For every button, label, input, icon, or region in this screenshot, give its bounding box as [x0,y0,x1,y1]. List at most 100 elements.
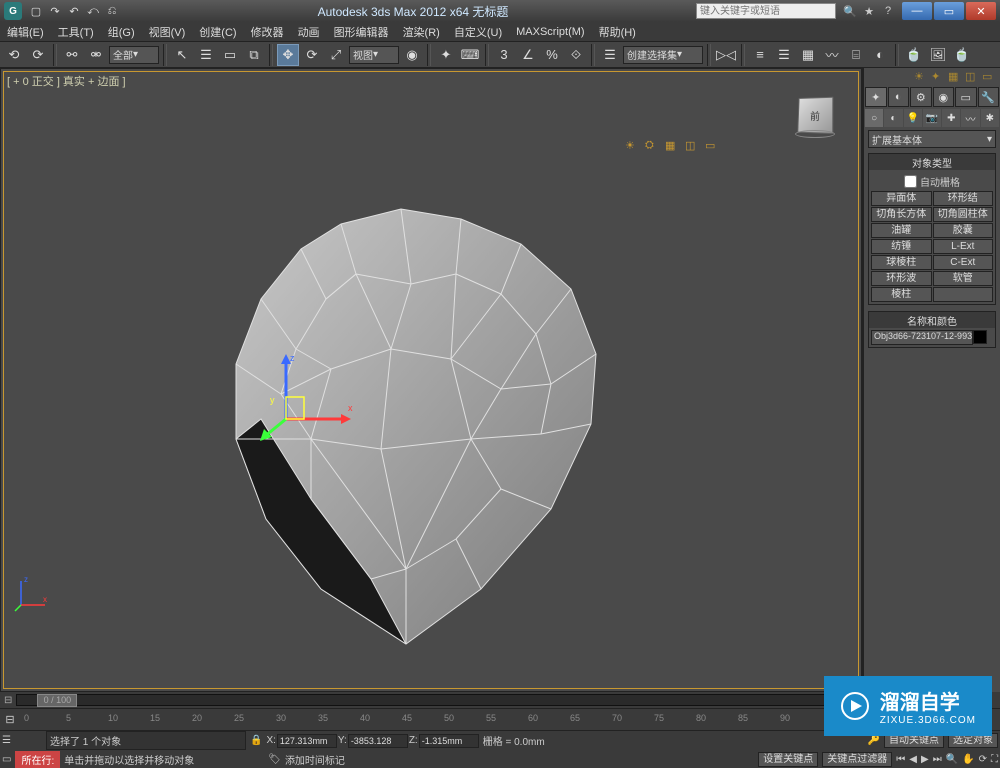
nav-zoom-icon[interactable]: 🔍 [946,754,958,765]
light-icon[interactable]: ☀ [625,139,641,155]
coord-z-input[interactable] [419,734,479,748]
favorites-icon[interactable]: ★ [861,3,877,19]
schematic-button[interactable]: ⌸ [845,44,867,66]
menu-create[interactable]: 创建(C) [196,24,239,40]
menu-tools[interactable]: 工具(T) [55,24,97,40]
play-prev-icon[interactable]: ⏮ [896,754,905,765]
curve-editor-button[interactable]: 〰 [821,44,843,66]
qat-save-icon[interactable]: ↶ [66,3,82,19]
viewport[interactable]: [ + 0 正交 ] 真实 + 边面 ] ☀ ⛭ ▦ ◫ ▭ 前 [0,68,862,692]
close-button[interactable]: ✕ [966,2,996,20]
time-thumb[interactable]: 0 / 100 [37,694,77,707]
space-subtab[interactable]: 〰 [961,109,979,127]
helpers-subtab[interactable]: ✚ [942,109,960,127]
redo-button[interactable]: ⟳ [27,44,49,66]
objtype-button-2[interactable]: 切角长方体 [871,207,932,222]
minimize-button[interactable]: — [902,2,932,20]
compass-icon[interactable]: ✦ [931,70,945,84]
objtype-button-13[interactable] [933,287,994,302]
lock-icon[interactable]: 🔒 [250,735,262,746]
cameras-subtab[interactable]: 📷 [923,109,941,127]
objtype-button-1[interactable]: 环形结 [933,191,994,206]
mesh-object[interactable] [181,189,641,649]
setkey-button[interactable]: 设置关键点 [758,752,818,767]
viewport-wire-icon[interactable]: ◫ [685,139,701,155]
menu-customize[interactable]: 自定义(U) [451,24,505,40]
play-back-icon[interactable]: ◀ [909,754,917,765]
infocenter-icon[interactable]: 🔍 [842,3,858,19]
create-tab[interactable]: ✦ [865,87,887,107]
link-button[interactable]: ⚯ [61,44,83,66]
name-color-rollout[interactable]: 名称和颜色 [869,312,995,328]
category-dropdown[interactable]: 扩展基本体▾ [868,130,996,148]
menu-edit[interactable]: 编辑(E) [4,24,47,40]
search-input[interactable] [696,3,836,19]
hierarchy-tab[interactable]: ⚙ [910,87,932,107]
nav-orbit-icon[interactable]: ⟳ [979,754,987,765]
align-button[interactable]: ≡ [749,44,771,66]
percent-snap-button[interactable]: % [541,44,563,66]
autogrid-checkbox[interactable] [904,175,917,188]
systems-subtab[interactable]: ✱ [981,109,999,127]
select-button[interactable]: ↖ [171,44,193,66]
ref-coord[interactable]: 视图 ▾ [349,46,399,64]
menu-grapheditors[interactable]: 图形编辑器 [331,24,392,40]
angle-snap-button[interactable]: ∠ [517,44,539,66]
qat-redo-icon[interactable]: ⎌ [104,3,120,19]
objtype-button-4[interactable]: 油罐 [871,223,932,238]
named-sel-set[interactable]: 创建选择集 ▾ [623,46,703,64]
cp-icon5[interactable]: ▭ [982,70,996,84]
display-tab[interactable]: ▭ [955,87,977,107]
coord-x-input[interactable] [277,734,337,748]
viewport-config-icon[interactable]: ⛭ [645,139,661,155]
pivot-button[interactable]: ◉ [401,44,423,66]
objtype-button-11[interactable]: 软管 [933,271,994,286]
menu-views[interactable]: 视图(V) [146,24,189,40]
maxscript-mini-icon[interactable]: ☰ [2,735,42,746]
play-fwd-icon[interactable]: ⏭ [933,754,942,765]
trackbar-toggle-icon[interactable]: ⊟ [0,713,20,726]
objtype-button-5[interactable]: 胶囊 [933,223,994,238]
objtype-button-7[interactable]: L-Ext [933,239,994,254]
coord-y-input[interactable] [348,734,408,748]
material-editor-button[interactable]: ◐ [869,44,891,66]
rotate-button[interactable]: ⟳ [301,44,323,66]
unlink-button[interactable]: ⚮ [85,44,107,66]
move-button[interactable]: ✥ [277,44,299,66]
cp-icon4[interactable]: ◫ [965,70,979,84]
color-swatch[interactable] [973,330,987,344]
viewport-label[interactable]: [ + 0 正交 ] 真实 + 边面 ] [7,73,126,89]
render-button[interactable]: 🍵 [951,44,973,66]
viewport-shade-icon[interactable]: ▦ [665,139,681,155]
undo-button[interactable]: ⟲ [3,44,25,66]
selection-filter[interactable]: 全部 ▾ [109,46,159,64]
qat-undo-icon[interactable]: ⤺ [85,3,101,19]
objtype-button-10[interactable]: 环形波 [871,271,932,286]
spinner-snap-button[interactable]: ⟐ [565,44,587,66]
objtype-button-6[interactable]: 纺锤 [871,239,932,254]
sun-icon[interactable]: ☀ [914,70,928,84]
add-timetag[interactable]: 添加时间标记 [285,752,345,767]
lights-subtab[interactable]: 💡 [904,109,922,127]
keyfilter-button[interactable]: 关键点过滤器 [822,752,892,767]
timeslider-left-icon[interactable]: ⊟ [4,695,12,706]
status-icon1[interactable]: ▭ [2,754,11,765]
objtype-button-12[interactable]: 棱柱 [871,287,932,302]
objtype-button-3[interactable]: 切角圆柱体 [933,207,994,222]
objtype-button-9[interactable]: C-Ext [933,255,994,270]
object-name-input[interactable]: Obj3d66-723107-12-993 [871,330,973,345]
snap-toggle-button[interactable]: 3 [493,44,515,66]
timetag-icon[interactable]: 🏷 [268,754,281,765]
modify-tab[interactable]: ◐ [888,87,910,107]
select-name-button[interactable]: ☰ [195,44,217,66]
key-icon[interactable]: 🔑 [868,735,880,746]
layers-button[interactable]: ☰ [773,44,795,66]
object-type-rollout[interactable]: 对象类型 [869,154,995,170]
viewcube[interactable]: 前 [789,89,841,141]
maximize-button[interactable]: ▭ [934,2,964,20]
menu-help[interactable]: 帮助(H) [596,24,639,40]
manipulate-button[interactable]: ✦ [435,44,457,66]
qat-new-icon[interactable]: ▢ [28,3,44,19]
help-icon[interactable]: ? [880,3,896,19]
cp-icon3[interactable]: ▦ [948,70,962,84]
